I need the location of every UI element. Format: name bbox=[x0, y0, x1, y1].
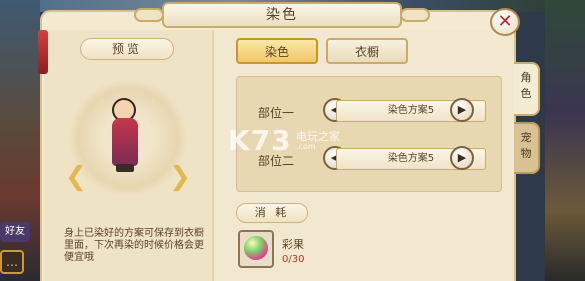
character-legs bbox=[116, 164, 134, 172]
part-two-next-button[interactable]: ▶ bbox=[450, 146, 474, 170]
tab-wardrobe[interactable]: 衣橱 bbox=[326, 38, 408, 64]
side-tab-character-label: 角色 bbox=[520, 71, 532, 100]
side-tab-pet-label: 宠物 bbox=[520, 131, 532, 160]
title-ornament-left bbox=[134, 8, 164, 22]
part-one-next-button[interactable]: ▶ bbox=[450, 98, 474, 122]
game-scene-right bbox=[545, 0, 585, 281]
part-one-label: 部位一 bbox=[258, 106, 295, 120]
chat-bubble-icon: … bbox=[6, 255, 18, 269]
item-name: 彩果 bbox=[282, 238, 304, 251]
preview-label: 预览 bbox=[80, 38, 174, 60]
tab-dye[interactable]: 染色 bbox=[236, 38, 318, 64]
triangle-right-icon: ▶ bbox=[457, 103, 467, 116]
colored-fruit-icon bbox=[244, 236, 268, 260]
chat-button[interactable]: … bbox=[0, 250, 24, 274]
close-x-icon: ✕ bbox=[497, 11, 513, 32]
watermark-url: .com bbox=[296, 142, 316, 151]
side-tab-character[interactable]: 角色 bbox=[514, 62, 540, 116]
side-tab-pet[interactable]: 宠物 bbox=[514, 122, 540, 174]
friend-button[interactable]: 好友 bbox=[0, 222, 30, 242]
close-button[interactable]: ✕ bbox=[490, 8, 520, 36]
item-count: 0/30 bbox=[282, 254, 305, 265]
wardrobe-hint-text: 身上已染好的方案可保存到衣橱里面，下次再染的时候价格会更便宜哦 bbox=[64, 228, 204, 263]
rotate-left-arrow-icon[interactable]: ❮ bbox=[64, 162, 88, 192]
triangle-right-icon: ▶ bbox=[457, 151, 467, 164]
character-body bbox=[112, 118, 138, 166]
watermark-logo: K73 bbox=[228, 124, 292, 157]
hanging-charm-icon bbox=[38, 30, 48, 74]
rotate-right-arrow-icon[interactable]: ❯ bbox=[168, 162, 192, 192]
consume-label: 消 耗 bbox=[236, 203, 308, 223]
window-title: 染色 bbox=[266, 7, 298, 23]
title-ornament-right bbox=[400, 8, 430, 22]
